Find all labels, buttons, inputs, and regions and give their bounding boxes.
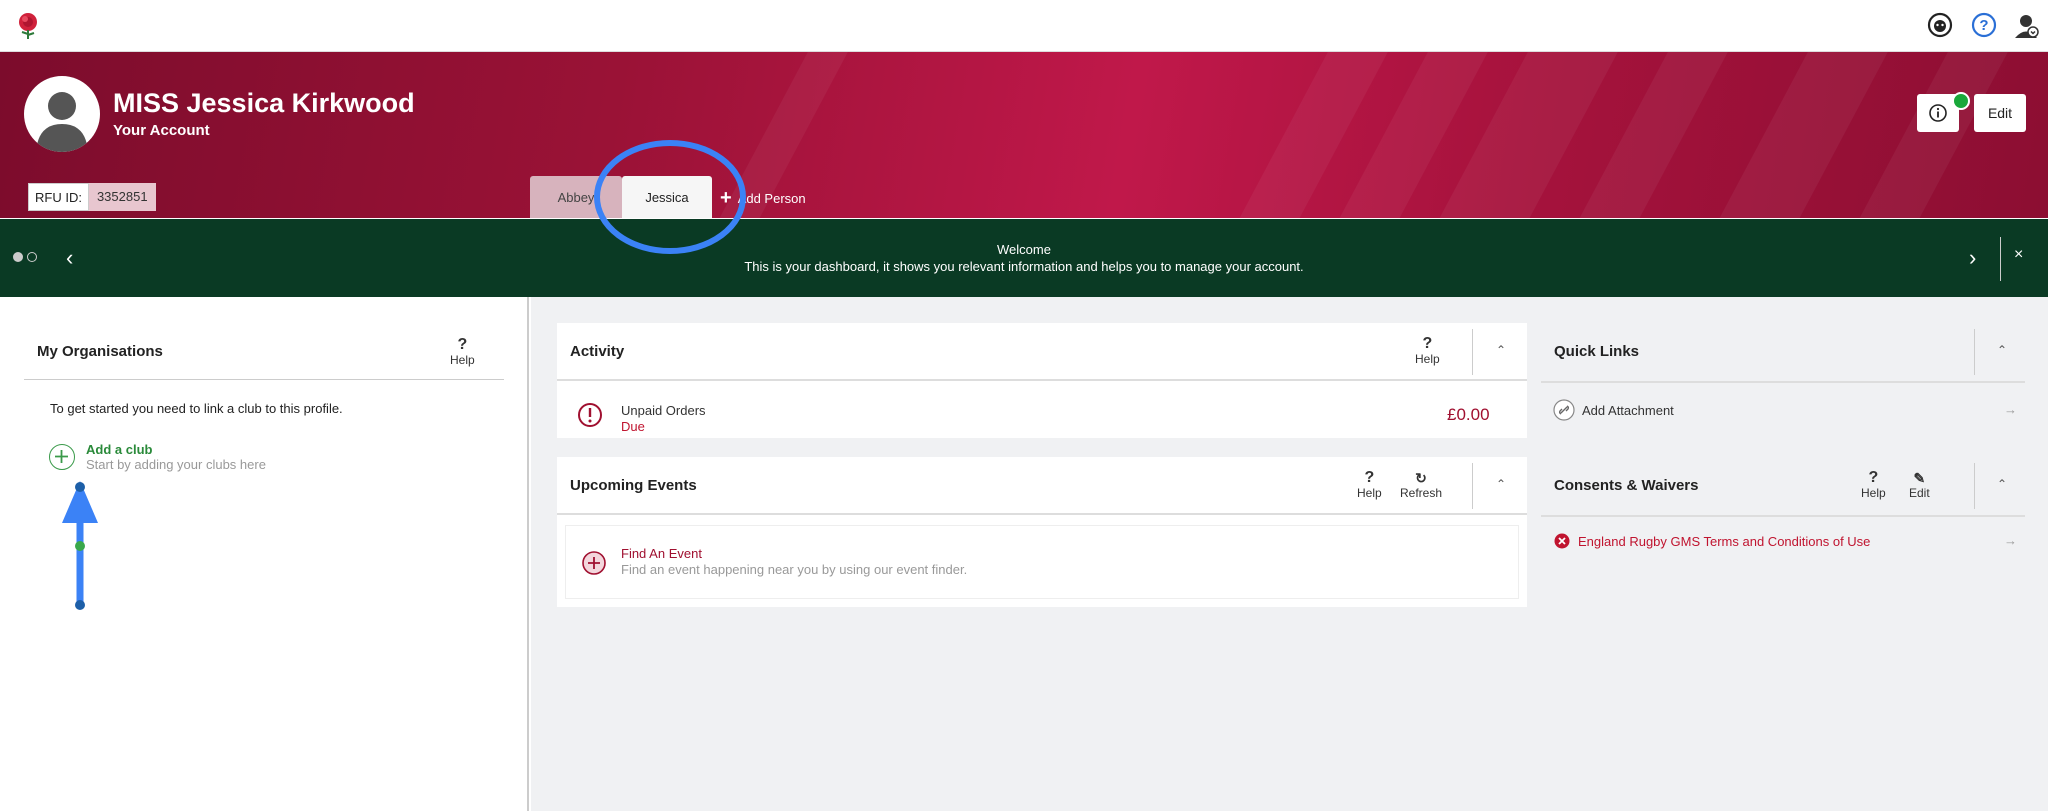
help-icon[interactable]: ? <box>1970 11 1998 39</box>
info-icon <box>1929 104 1947 122</box>
help-label: Help <box>1415 352 1440 366</box>
unpaid-orders-amount: £0.00 <box>1447 405 1490 424</box>
add-club-hint: Start by adding your clubs here <box>86 457 266 472</box>
banner-title: Welcome <box>997 242 1051 257</box>
organisations-help-button[interactable]: ? Help <box>450 336 475 368</box>
add-club-icon[interactable] <box>49 444 75 470</box>
help-label: Help <box>450 353 475 367</box>
user-account-icon[interactable] <box>2012 11 2040 39</box>
rfu-id-label: RFU ID: <box>28 183 89 211</box>
consents-edit-button[interactable]: ✎ Edit <box>1909 470 1930 500</box>
question-icon: ? <box>1422 335 1433 352</box>
collapse-icon[interactable]: ⌃ <box>1496 477 1506 491</box>
arrow-right-icon[interactable]: → <box>2004 402 2017 417</box>
refresh-icon: ↻ <box>1415 470 1427 486</box>
profile-subtitle: Your Account <box>113 122 210 139</box>
question-icon: ? <box>1868 469 1879 486</box>
help-label: Help <box>1357 486 1382 500</box>
divider <box>1974 463 1975 509</box>
consents-panel: Consents & Waivers ? Help ✎ Edit ⌃ Engla… <box>1541 457 2025 587</box>
quick-links-title: Quick Links <box>1554 343 1640 360</box>
find-event-hint: Find an event happening near you by usin… <box>621 562 968 577</box>
close-icon[interactable]: × <box>2014 246 2023 264</box>
help-label: Help <box>1861 486 1886 500</box>
consents-title: Consents & Waivers <box>1554 477 1699 494</box>
edit-profile-button[interactable]: Edit <box>1974 94 2026 132</box>
error-icon <box>1554 533 1570 549</box>
profile-header: MISS Jessica Kirkwood Your Account RFU I… <box>0 52 2048 218</box>
person-placeholder-icon <box>36 92 88 152</box>
activity-card: Activity ? Help ⌃ Unpaid Orders Due £0.0… <box>557 323 1527 438</box>
top-bar: ? <box>0 0 2048 52</box>
events-title: Upcoming Events <box>570 477 697 494</box>
refresh-label: Refresh <box>1400 486 1443 500</box>
banner-divider <box>2000 237 2001 281</box>
plus-circle-icon <box>55 450 68 463</box>
edit-label: Edit <box>1909 486 1930 500</box>
welcome-banner: ‹ Welcome This is your dashboard, it sho… <box>0 219 2048 297</box>
collapse-icon[interactable]: ⌃ <box>1496 343 1506 357</box>
add-event-icon <box>582 551 606 575</box>
rfu-id-value: 3352851 <box>88 183 156 211</box>
arrow-right-icon[interactable]: → <box>2004 533 2017 548</box>
annotation-circle-icon <box>594 140 746 254</box>
avatar[interactable] <box>24 76 100 152</box>
unpaid-orders-label[interactable]: Unpaid Orders <box>621 403 706 418</box>
events-refresh-button[interactable]: ↻ Refresh <box>1400 470 1442 500</box>
divider <box>1472 329 1473 375</box>
upcoming-events-card: Upcoming Events ? Help ↻ Refresh ⌃ Find … <box>557 457 1527 607</box>
dashboard-main: Activity ? Help ⌃ Unpaid Orders Due £0.0… <box>531 297 2048 811</box>
terms-conditions-link[interactable]: England Rugby GMS Terms and Conditions o… <box>1578 534 1870 549</box>
activity-help-button[interactable]: ? Help <box>1415 335 1440 367</box>
banner-text: This is your dashboard, it shows you rel… <box>744 259 1304 274</box>
consents-help-button[interactable]: ? Help <box>1861 469 1886 501</box>
divider <box>1472 463 1473 509</box>
my-organisations-panel: My Organisations ? Help To get started y… <box>0 297 529 811</box>
organisations-message: To get started you need to link a club t… <box>50 401 343 416</box>
activity-card-header: Activity ? Help ⌃ <box>557 323 1527 381</box>
unpaid-orders-status: Due <box>621 419 645 434</box>
profile-name: MISS Jessica Kirkwood <box>113 88 415 118</box>
link-icon <box>1553 399 1575 421</box>
england-rose-logo[interactable] <box>14 10 42 40</box>
activity-title: Activity <box>570 343 625 360</box>
alert-icon <box>578 403 602 427</box>
question-icon: ? <box>1364 469 1375 486</box>
add-club-link[interactable]: Add a club <box>86 442 152 457</box>
question-icon: ? <box>457 336 468 353</box>
support-agent-icon[interactable] <box>1926 11 1954 39</box>
quick-links-panel: Quick Links ⌃ Add Attachment → <box>1541 323 2025 433</box>
collapse-icon[interactable]: ⌃ <box>1997 477 2007 491</box>
collapse-icon[interactable]: ⌃ <box>1997 343 2007 357</box>
chevron-right-icon[interactable]: › <box>1969 245 1976 271</box>
svg-text:?: ? <box>1979 17 1988 34</box>
divider <box>1541 515 2025 517</box>
organisations-title: My Organisations <box>37 343 163 360</box>
rfu-id: RFU ID: 3352851 <box>28 183 156 211</box>
status-indicator <box>1952 92 1970 110</box>
add-attachment-link[interactable]: Add Attachment <box>1582 403 1674 418</box>
annotation-arrow-icon <box>62 481 98 610</box>
events-card-header: Upcoming Events ? Help ↻ Refresh ⌃ <box>557 457 1527 515</box>
pencil-icon: ✎ <box>1913 470 1926 486</box>
divider <box>24 379 504 380</box>
divider <box>1974 329 1975 375</box>
events-help-button[interactable]: ? Help <box>1357 469 1382 501</box>
divider <box>1541 381 2025 383</box>
find-event-row[interactable]: Find An Event Find an event happening ne… <box>565 525 1519 599</box>
find-event-link[interactable]: Find An Event <box>621 546 702 561</box>
